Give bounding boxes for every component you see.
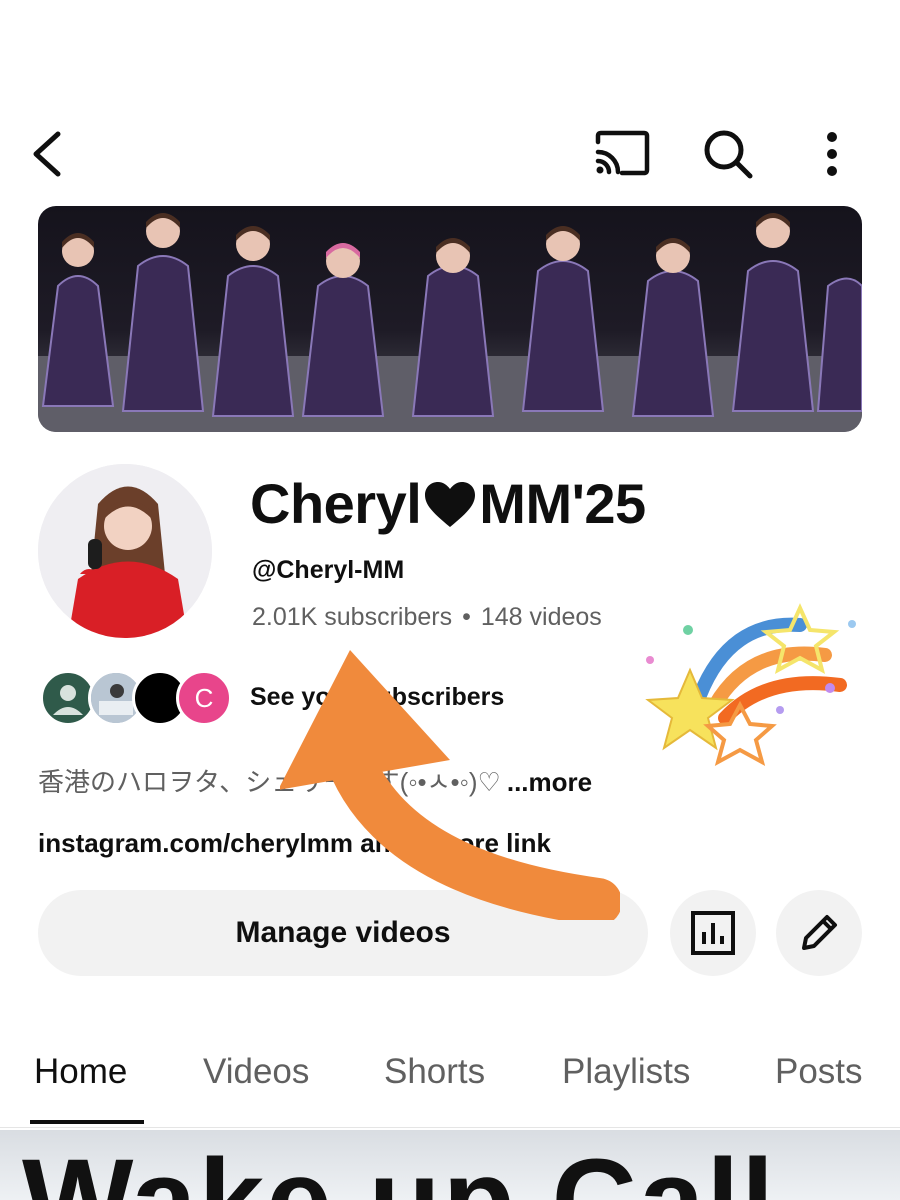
shooting-star-sticker: [645, 603, 856, 767]
subscriber-initial: C: [194, 682, 214, 713]
cast-icon: [595, 130, 650, 176]
search-icon: [704, 130, 753, 179]
more-vert-icon: [827, 132, 837, 176]
see-subscribers-link[interactable]: See your subscribers: [250, 683, 504, 712]
thumbnail-title-text: Wake up Call: [22, 1142, 776, 1200]
chevron-left-icon: [33, 131, 61, 177]
channel-name: Cheryl MM'25: [250, 472, 646, 542]
analytics-icon: [691, 911, 735, 955]
analytics-button[interactable]: [670, 890, 756, 976]
channel-name-part1: Cheryl: [250, 472, 422, 535]
manage-videos-label: Manage videos: [235, 916, 451, 949]
tab-shorts[interactable]: Shorts: [384, 1052, 485, 1092]
avatar-image: [38, 464, 212, 638]
subscriber-avatar: C: [176, 670, 232, 726]
channel-description[interactable]: 香港のハロヲタ、シェリーです(◦•ㅅ•◦)♡ ...more: [38, 762, 592, 799]
channel-name-part2: MM'25: [479, 472, 646, 535]
stats-separator: •: [462, 603, 471, 631]
video-count: 148 videos: [480, 603, 602, 631]
heart-icon: [423, 478, 477, 542]
more-options-button[interactable]: [822, 132, 842, 176]
default-user-icon: [53, 685, 83, 715]
video-thumbnail[interactable]: Wake up Call: [0, 1130, 900, 1200]
cast-button[interactable]: [594, 130, 650, 176]
channel-stats: 2.01K subscribers • 148 videos: [252, 603, 602, 632]
manage-videos-button[interactable]: Manage videos: [38, 890, 648, 976]
channel-tabs: Home Videos Shorts Playlists Posts: [0, 1040, 900, 1128]
tabs-divider: [0, 1127, 900, 1128]
channel-handle: @Cheryl-MM: [252, 556, 405, 584]
tab-playlists[interactable]: Playlists: [562, 1052, 690, 1092]
description-text: 香港のハロヲタ、シェリーです(◦•ㅅ•◦)♡: [38, 767, 501, 797]
banner-image: [38, 213, 862, 432]
active-tab-indicator: [30, 1120, 144, 1124]
tab-videos[interactable]: Videos: [203, 1052, 309, 1092]
channel-avatar[interactable]: [38, 464, 212, 638]
tab-home[interactable]: Home: [34, 1052, 127, 1092]
edit-button[interactable]: [776, 890, 862, 976]
pencil-icon: [802, 915, 837, 950]
search-button[interactable]: [702, 128, 754, 180]
channel-banner[interactable]: [38, 206, 862, 432]
back-button[interactable]: [28, 128, 72, 180]
description-more-link[interactable]: ...more: [507, 767, 592, 797]
channel-links[interactable]: instagram.com/cherylmm and 6 more link: [38, 828, 551, 859]
tab-posts[interactable]: Posts: [775, 1052, 863, 1092]
subscriber-count: 2.01K subscribers: [252, 603, 453, 631]
